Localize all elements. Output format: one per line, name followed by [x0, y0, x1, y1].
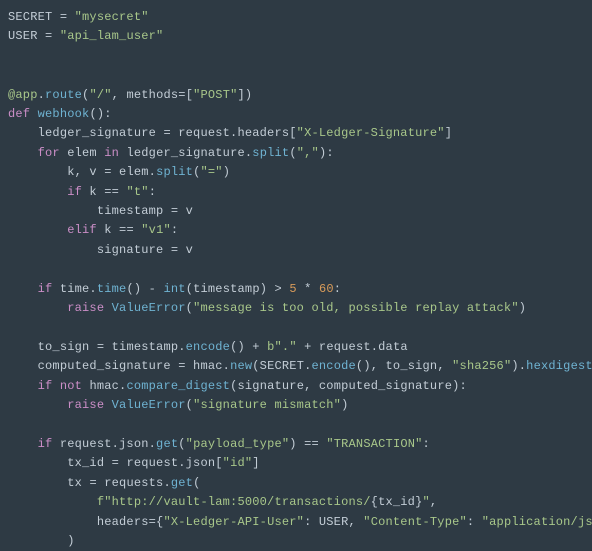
code-line: raise ValueError("signature mismatch") — [8, 398, 349, 412]
code-line: USER = "api_lam_user" — [8, 29, 163, 43]
code-line: elif k == "v1": — [8, 223, 178, 237]
code-line: k, v = elem.split("=") — [8, 165, 230, 179]
code-line: to_sign = timestamp.encode() + b"." + re… — [8, 340, 408, 354]
code-line: raise ValueError("message is too old, po… — [8, 301, 526, 315]
code-line: f"http://vault-lam:5000/transactions/{tx… — [8, 495, 437, 509]
code-line: def webhook(): — [8, 107, 112, 121]
code-line: ) — [8, 534, 75, 548]
code-line: timestamp = v — [8, 204, 193, 218]
code-block: SECRET = "mysecret" USER = "api_lam_user… — [8, 8, 592, 551]
code-line: tx_id = request.json["id"] — [8, 456, 260, 470]
code-line: headers={"X-Ledger-API-User": USER, "Con… — [8, 515, 592, 529]
code-line: for elem in ledger_signature.split(","): — [8, 146, 334, 160]
code-line: ledger_signature = request.headers["X-Le… — [8, 126, 452, 140]
code-line: SECRET = "mysecret" — [8, 10, 149, 24]
code-line: if request.json.get("payload_type") == "… — [8, 437, 430, 451]
code-line: tx = requests.get( — [8, 476, 200, 490]
code-line: if not hmac.compare_digest(signature, co… — [8, 379, 467, 393]
code-line: if time.time() - int(timestamp) > 5 * 60… — [8, 282, 341, 296]
code-line: @app.route("/", methods=["POST"]) — [8, 88, 252, 102]
code-line: computed_signature = hmac.new(SECRET.enc… — [8, 359, 592, 373]
code-line: if k == "t": — [8, 185, 156, 199]
code-line: signature = v — [8, 243, 193, 257]
